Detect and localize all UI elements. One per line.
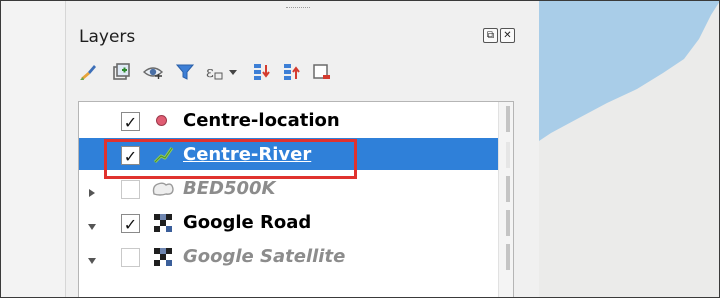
- panel-drag-handle[interactable]: [286, 7, 310, 10]
- map-canvas[interactable]: [539, 1, 719, 297]
- remove-layer-icon[interactable]: [311, 61, 333, 83]
- add-group-icon[interactable]: [110, 61, 132, 83]
- polygon-layer-icon: [151, 180, 175, 198]
- layer-row-centre-location[interactable]: ✓ Centre-location: [79, 104, 511, 136]
- map-water-shape: [539, 1, 719, 141]
- qgis-window: Layers ⧉ ✕ ε ✓ Centre-location ✓ Centre-…: [0, 0, 720, 298]
- close-panel-button[interactable]: ✕: [500, 28, 515, 43]
- collapse-arrow-icon[interactable]: [87, 251, 97, 264]
- filter-funnel-icon[interactable]: [174, 61, 196, 83]
- filter-expression-icon[interactable]: ε: [204, 61, 244, 83]
- style-brush-icon[interactable]: [78, 61, 100, 83]
- left-dock-area: [1, 1, 66, 297]
- raster-layer-icon: [154, 214, 172, 232]
- scrollbar-segment: [506, 176, 510, 202]
- expand-arrow-icon[interactable]: [87, 183, 97, 197]
- layer-visibility-checkbox[interactable]: [121, 248, 140, 267]
- expand-all-icon[interactable]: [251, 61, 273, 83]
- scrollbar-segment: [506, 142, 510, 168]
- layer-visibility-checkbox[interactable]: [121, 180, 140, 199]
- layer-name: Centre-location: [183, 110, 340, 131]
- collapse-all-icon[interactable]: [281, 61, 303, 83]
- layer-row-google-satellite[interactable]: Google Satellite: [79, 240, 511, 272]
- annotation-highlight-box: [104, 139, 357, 179]
- svg-text:ε: ε: [206, 63, 214, 81]
- layer-name: Google Road: [183, 212, 312, 233]
- scrollbar-segment: [506, 244, 510, 270]
- layer-name: Google Satellite: [183, 246, 346, 267]
- manage-visibility-eye-icon[interactable]: [142, 61, 164, 83]
- layer-visibility-checkbox[interactable]: ✓: [121, 214, 140, 234]
- raster-layer-icon: [154, 248, 172, 266]
- layer-tree: ✓ Centre-location ✓ Centre-River BED500K…: [78, 101, 514, 297]
- layer-name: BED500K: [183, 178, 276, 199]
- point-layer-icon: [156, 115, 167, 126]
- layer-visibility-checkbox[interactable]: ✓: [121, 112, 140, 132]
- scrollbar-segment: [506, 210, 510, 236]
- panel-title: Layers: [79, 27, 136, 47]
- scrollbar-segment: [506, 106, 510, 132]
- collapse-arrow-icon[interactable]: [87, 217, 97, 230]
- float-panel-button[interactable]: ⧉: [483, 28, 498, 43]
- layer-tree-scrollbar[interactable]: [498, 102, 513, 297]
- layer-row-google-road[interactable]: ✓ Google Road: [79, 206, 511, 238]
